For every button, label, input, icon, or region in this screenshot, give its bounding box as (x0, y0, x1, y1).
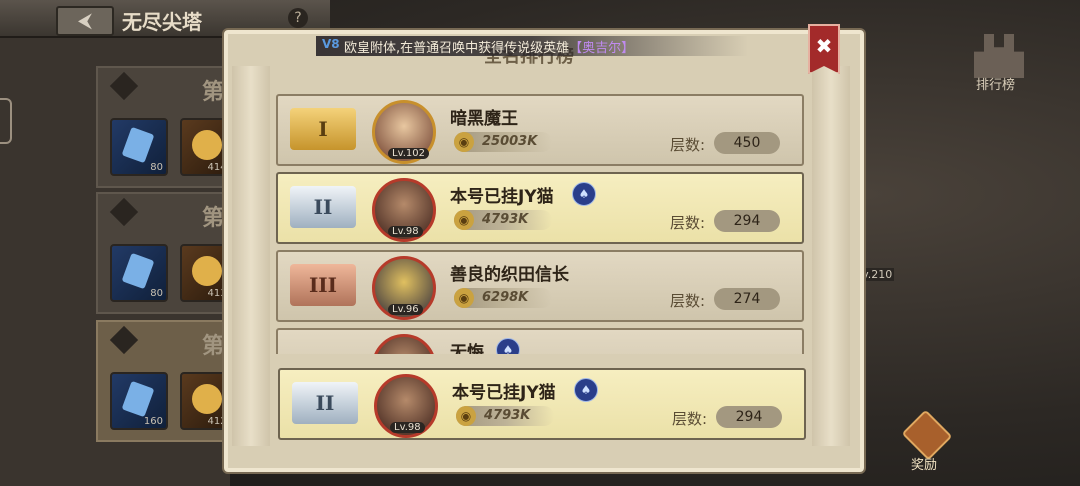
coin-icon (192, 384, 222, 414)
player-level: Lv.98 (388, 226, 423, 237)
broadcast-ticker: V8 欧皇附体,在普通召唤中获得传说级英雄【奥吉尔】 (316, 36, 748, 56)
power-display: ◉ 25003K (454, 132, 552, 152)
floor-header: 第 (98, 322, 234, 362)
crystal-icon (121, 126, 155, 164)
player-name: 善良的织田信长 (450, 265, 569, 285)
reward-qty: 160 (143, 416, 163, 427)
rank-badge: I (290, 108, 356, 150)
player-level: Lv.98 (390, 422, 425, 433)
floors-value: 274 (714, 288, 780, 310)
rank-badge: III (290, 264, 356, 306)
ticker-hero-name: 【奥吉尔】 (569, 41, 635, 56)
vip-badge: V8 (322, 37, 340, 51)
crystal-icon (121, 380, 155, 418)
power-display: ◉ 4793K (454, 210, 552, 230)
floors-label: 层数: (670, 136, 706, 154)
floor-card-3[interactable]: 第 160 4127 (96, 320, 238, 442)
power-value: 4793K (482, 212, 529, 227)
coin-icon (192, 256, 222, 286)
power-display: ◉ 4793K (456, 406, 554, 426)
help-icon[interactable]: ? (288, 8, 308, 28)
player-name: 本号已挂JY猫 (452, 383, 556, 403)
gem-reward[interactable]: 160 (110, 372, 168, 430)
player-name: 暗黑魔王 (450, 109, 518, 129)
blue-flame-icon: ♠ (574, 378, 598, 402)
lion-head-icon: ◉ (456, 406, 476, 426)
close-x-icon: ✖ (815, 34, 833, 58)
floors-value: 294 (716, 406, 782, 428)
reward-qty: 80 (150, 288, 163, 299)
search-diamond-icon (109, 325, 139, 355)
reward-button[interactable]: 奖励 (896, 409, 954, 473)
player-level: Lv.102 (388, 148, 429, 159)
player-name: 本号已挂JY猫 (450, 187, 554, 207)
power-value: 25003K (482, 134, 538, 149)
ranking-row[interactable]: 无悔 ♠ (276, 328, 804, 354)
floor-card-2[interactable]: 第 80 4136 (96, 192, 238, 314)
gem-reward[interactable]: 80 (110, 244, 168, 302)
ranking-button[interactable]: 排行榜 (962, 28, 1036, 98)
ticker-message: 欧皇附体,在普通召唤中获得传说级英雄【奥吉尔】 (344, 37, 634, 56)
my-ranking-row[interactable]: II Lv.98 本号已挂JY猫 ♠ ◉ 4793K 层数: 294 (278, 368, 806, 440)
ranking-row[interactable]: I Lv.102 暗黑魔王 ◉ 25003K 层数: 450 (276, 94, 804, 166)
player-name: 无悔 (450, 343, 484, 354)
treasure-chest-icon (901, 409, 953, 461)
ranking-row[interactable]: III Lv.96 善良的织田信长 ◉ 6298K 层数: 274 (276, 250, 804, 322)
tower-title: 无尽尖塔 (122, 10, 202, 34)
floors-label: 层数: (672, 410, 708, 428)
floors-value: 294 (714, 210, 780, 232)
lion-head-icon: ◉ (454, 132, 474, 152)
reward-qty: 80 (150, 162, 163, 173)
ranking-row[interactable]: II Lv.98 本号已挂JY猫 ♠ ◉ 4793K 层数: 294 (276, 172, 804, 244)
reward-label: 奖励 (911, 458, 938, 473)
power-value: 4793K (484, 408, 531, 423)
crystal-icon (121, 252, 155, 290)
back-arrow-icon: ⮜ (77, 8, 93, 32)
search-diamond-icon (109, 197, 139, 227)
floor-name: 第 (202, 80, 225, 105)
left-pillar (232, 66, 270, 446)
power-value: 6298K (482, 290, 529, 305)
floors-label: 层数: (670, 214, 706, 232)
floor-card-1[interactable]: 第 80 4145 (96, 66, 238, 188)
floor-header: 第 (98, 194, 234, 234)
floor-header: 第 (98, 68, 234, 108)
ticker-text: 欧皇附体,在普通召唤中获得传说级英雄 (344, 41, 570, 56)
lion-head-icon: ◉ (454, 288, 474, 308)
ranking-list[interactable]: I Lv.102 暗黑魔王 ◉ 25003K 层数: 450 II Lv.98 本… (276, 92, 806, 354)
castle-icon (974, 34, 1024, 78)
player-level: Lv.96 (388, 304, 423, 315)
floors-label: 层数: (670, 292, 706, 310)
floor-name: 第 (202, 334, 225, 359)
rank-badge: II (292, 382, 358, 424)
search-diamond-icon (109, 71, 139, 101)
floors-value: 450 (714, 132, 780, 154)
blue-flame-icon: ♠ (572, 182, 596, 206)
floor-name: 第 (202, 206, 225, 231)
blue-flame-icon: ♠ (496, 338, 520, 354)
ranking-label: 排行榜 (976, 78, 1016, 93)
gem-reward[interactable]: 80 (110, 118, 168, 176)
rank-badge: II (290, 186, 356, 228)
avatar[interactable] (372, 334, 436, 354)
lion-head-icon: ◉ (454, 210, 474, 230)
coin-icon (192, 130, 222, 160)
side-arrow-icon[interactable] (0, 98, 12, 144)
back-button[interactable]: ⮜ (56, 6, 114, 36)
power-display: ◉ 6298K (454, 288, 552, 308)
right-pillar (812, 66, 850, 446)
